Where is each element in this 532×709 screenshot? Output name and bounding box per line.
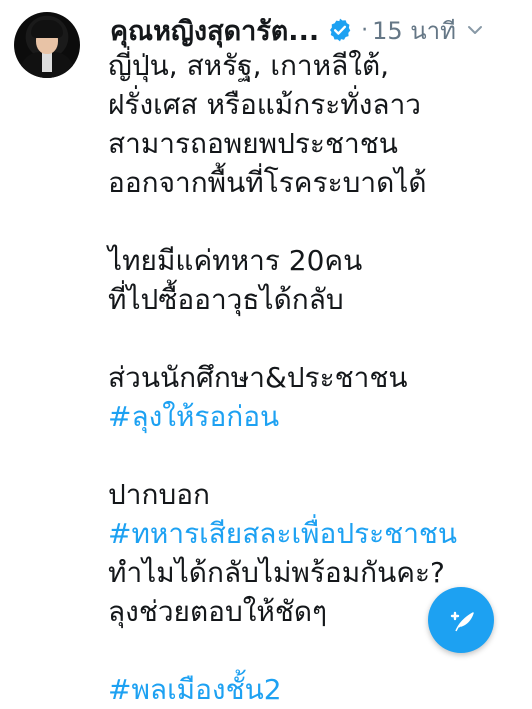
tweet-text-line: ทำไมได้กลับไม่พร้อมกันคะ? [108,556,445,589]
tweet-hashtag-link[interactable]: #ลุงให้รอก่อน [108,397,528,436]
tweet-hashtag-link[interactable]: #พลเมืองชั้น2 [108,670,528,709]
chevron-down-icon[interactable] [466,21,484,39]
header-separator: · [361,17,369,43]
avatar-shirt [42,52,52,72]
tweet-text-line: สามารถอพยพประชาชน [108,127,398,160]
tweet-hashtag-link[interactable]: #ทหารเสียสละเพื่อประชาชน [108,514,528,553]
verified-badge-icon [327,17,353,43]
tweet-header: คุณหญิงสุดารัต... · 15 นาที [110,10,520,50]
tweet-text-line: ญี่ปุ่น, สหรัฐ, เกาหลีใต้, [108,49,390,82]
tweet-text-line: ฝรั่งเศส หรือแม้กระทั่งลาว [108,88,422,121]
avatar-hair [31,20,63,38]
tweet-text-line: ออกจากพื้นที่โรคระบาดได้ [108,166,427,199]
author-avatar[interactable] [14,12,80,78]
compose-feather-icon [450,611,474,632]
tweet-text-line: ปากบอก [108,478,210,511]
compose-button[interactable] [428,587,494,653]
tweet-timestamp[interactable]: 15 นาที [372,11,456,50]
tweet-text-line: ส่วนนักศึกษา&ประชาชน [108,361,408,394]
tweet-text-line: ที่ไปซื้ออาวุธได้กลับ [108,283,344,316]
tweet-text-line: ไทยมีแค่ทหาร 20คน [108,244,363,277]
tweet: คุณหญิงสุดารัต... · 15 นาที ญี่ปุ่น, สหร… [0,0,532,706]
